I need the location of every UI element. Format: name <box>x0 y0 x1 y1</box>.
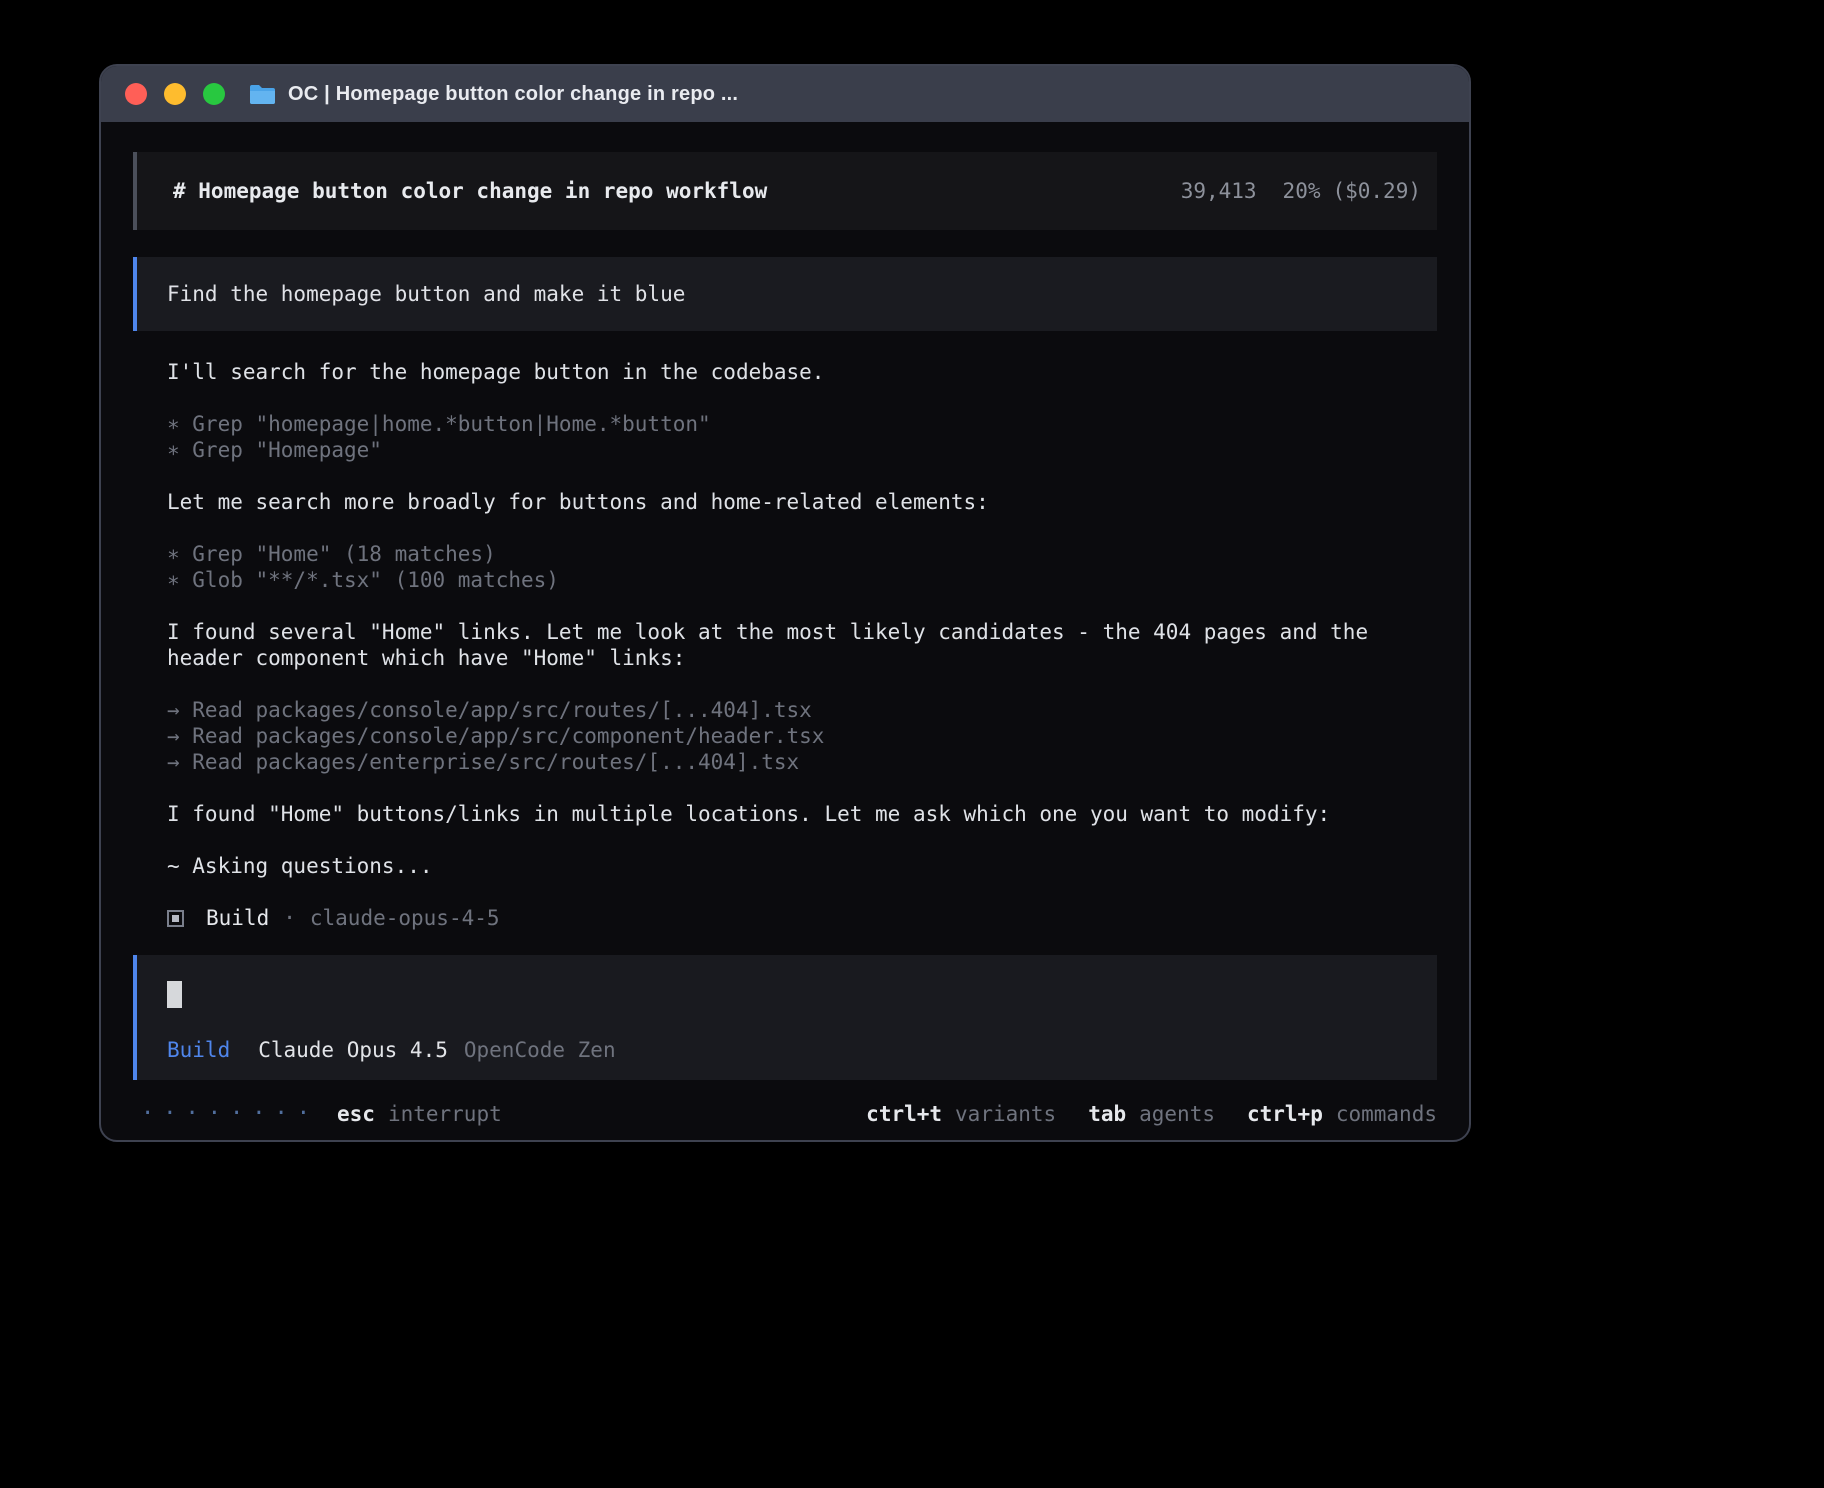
user-message: Find the homepage button and make it blu… <box>133 257 1437 331</box>
assistant-text-group: I found several "Home" links. Let me loo… <box>167 619 1441 671</box>
spinner-dot: · <box>297 1100 310 1128</box>
prompt-input[interactable]: Build Claude Opus 4.5 OpenCode Zen <box>133 955 1437 1080</box>
esc-key-hint: esc <box>337 1102 375 1126</box>
tool-call-line: ∗ Grep "Home" (18 matches) <box>167 541 1441 567</box>
assistant-text-group: Let me search more broadly for buttons a… <box>167 489 1441 515</box>
tool-call-group: ∗ Grep "Home" (18 matches)∗ Glob "**/*.t… <box>167 541 1441 593</box>
spinner-dot: · <box>208 1100 221 1128</box>
spinner-dot: · <box>275 1100 288 1128</box>
shortcut-label: variants <box>955 1102 1056 1126</box>
folder-icon <box>249 83 276 105</box>
shortcut-label: commands <box>1336 1102 1437 1126</box>
tool-call-group: → Read packages/console/app/src/routes/[… <box>167 697 1441 775</box>
spinner-dot: · <box>186 1100 199 1128</box>
agent-separator: · <box>283 906 296 930</box>
shortcut-key: ctrl+p <box>1247 1102 1323 1126</box>
session-cost: ($0.29) <box>1332 179 1421 203</box>
shortcut-key: ctrl+t <box>866 1102 942 1126</box>
assistant-text-line: ~ Asking questions... <box>167 853 1441 879</box>
agent-model: claude-opus-4-5 <box>310 906 500 930</box>
assistant-text-group: ~ Asking questions... <box>167 853 1441 879</box>
minimize-window-button[interactable] <box>164 83 186 105</box>
spinner-dot: · <box>252 1100 265 1128</box>
session-header: # Homepage button color change in repo w… <box>133 152 1437 230</box>
agent-icon <box>167 910 184 927</box>
token-count: 39,413 <box>1181 179 1257 203</box>
input-meta: Build Claude Opus 4.5 OpenCode Zen <box>167 1038 1407 1062</box>
window-titlebar: OC | Homepage button color change in rep… <box>101 66 1469 122</box>
close-window-button[interactable] <box>125 83 147 105</box>
spinner-dot: · <box>163 1100 176 1128</box>
assistant-text-group: I found "Home" buttons/links in multiple… <box>167 801 1441 827</box>
terminal-content: # Homepage button color change in repo w… <box>101 122 1469 1128</box>
tool-call-line: → Read packages/enterprise/src/routes/[.… <box>167 749 1441 775</box>
agent-status-line: Build · claude-opus-4-5 <box>167 905 1437 931</box>
input-mode-label: Build <box>167 1038 230 1062</box>
assistant-text-group: I'll search for the homepage button in t… <box>167 359 1441 385</box>
session-stats: 39,413 20% ($0.29) <box>1181 179 1421 203</box>
shortcut-label: agents <box>1139 1102 1215 1126</box>
user-message-text: Find the homepage button and make it blu… <box>167 282 685 306</box>
assistant-text-line: I found several "Home" links. Let me loo… <box>167 619 1441 671</box>
esc-key-label: interrupt <box>388 1102 502 1126</box>
shortcut-hint-variants: ctrl+t variants <box>866 1102 1056 1126</box>
agent-name: Build <box>206 906 269 930</box>
shortcut-hint-agents: tab agents <box>1088 1102 1215 1126</box>
traffic-lights <box>125 83 225 105</box>
statusbar-left: · · · · · · · · esc interrupt <box>133 1100 502 1128</box>
terminal-window: OC | Homepage button color change in rep… <box>99 64 1471 1142</box>
statusbar: · · · · · · · · esc interrupt ctrl+t variants tab… <box>133 1100 1437 1128</box>
input-provider-label: OpenCode Zen <box>464 1038 616 1062</box>
tool-call-line: ∗ Grep "Homepage" <box>167 437 1441 463</box>
spinner-dots: · · · · · · · · <box>141 1100 319 1128</box>
transcript: I'll search for the homepage button in t… <box>167 359 1441 905</box>
tool-call-line: ∗ Grep "homepage|home.*button|Home.*butt… <box>167 411 1441 437</box>
input-model-label: Claude Opus 4.5 <box>258 1038 448 1062</box>
statusbar-shortcuts: ctrl+t variants tab agents ctrl+p commands <box>834 1102 1437 1126</box>
agent-icon-dot <box>172 915 179 922</box>
shortcut-hint-commands: ctrl+p commands <box>1247 1102 1437 1126</box>
assistant-text-line: Let me search more broadly for buttons a… <box>167 489 1441 515</box>
tool-call-line: → Read packages/console/app/src/routes/[… <box>167 697 1441 723</box>
assistant-text-line: I'll search for the homepage button in t… <box>167 359 1441 385</box>
tool-call-group: ∗ Grep "homepage|home.*button|Home.*butt… <box>167 411 1441 463</box>
window-title: OC | Homepage button color change in rep… <box>288 83 738 106</box>
tool-call-line: → Read packages/console/app/src/componen… <box>167 723 1441 749</box>
context-percent: 20% <box>1283 179 1321 203</box>
text-cursor <box>167 981 182 1008</box>
spinner-dot: · <box>230 1100 243 1128</box>
assistant-text-line: I found "Home" buttons/links in multiple… <box>167 801 1441 827</box>
zoom-window-button[interactable] <box>203 83 225 105</box>
session-title: # Homepage button color change in repo w… <box>173 179 767 203</box>
tool-call-line: ∗ Glob "**/*.tsx" (100 matches) <box>167 567 1441 593</box>
shortcut-key: tab <box>1088 1102 1126 1126</box>
spinner-dot: · <box>141 1100 154 1128</box>
